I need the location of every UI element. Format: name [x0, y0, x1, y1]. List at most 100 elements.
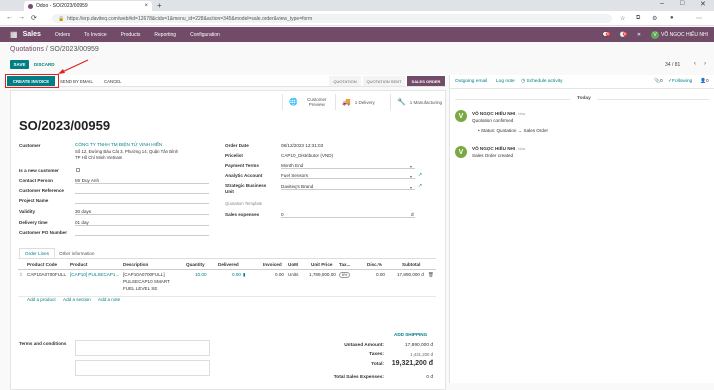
message-author[interactable]: VÕ NGỌC HIẾU NHI: [472, 111, 515, 116]
business-unit-external-link-icon[interactable]: ↗: [418, 183, 422, 189]
customer-reference-field[interactable]: [75, 187, 209, 194]
col-unit-price[interactable]: Unit Price: [311, 262, 332, 267]
send-by-email-button[interactable]: SEND BY EMAIL: [60, 79, 93, 84]
menu-to-invoice[interactable]: To Invoice: [84, 32, 107, 38]
terms-field-2[interactable]: [75, 360, 210, 376]
maximize-icon[interactable]: □: [680, 0, 684, 7]
contact-person-field[interactable]: Mr Duy Anh: [75, 177, 209, 184]
customer-po-field[interactable]: [75, 229, 209, 236]
attachments-button[interactable]: 📎0: [654, 79, 663, 84]
validity-field[interactable]: 30 days: [75, 208, 209, 215]
tax-badge[interactable]: 8%: [339, 272, 350, 278]
pager-prev-icon[interactable]: ‹: [694, 61, 696, 67]
col-subtotal[interactable]: Subtotal: [402, 262, 420, 267]
close-tab-icon[interactable]: ×: [144, 3, 148, 9]
payment-terms-caret-icon[interactable]: ▾: [410, 164, 412, 169]
pricelist-field[interactable]: CAP10_Distributor (VND): [281, 152, 415, 159]
menu-reporting[interactable]: Reporting: [154, 32, 176, 38]
menu-orders[interactable]: Orders: [55, 32, 70, 38]
minimize-icon[interactable]: –: [660, 0, 664, 7]
analytic-account-field[interactable]: Fuel Sensors: [281, 172, 415, 179]
url-field[interactable]: 🔒 https://erp.daviteq.com/web#id=12678&c…: [52, 14, 612, 23]
log-note-button[interactable]: Log note: [496, 79, 515, 84]
quotation-template-field[interactable]: Quotation Template: [225, 201, 262, 206]
forecast-chart-icon[interactable]: ▮: [243, 272, 246, 278]
stage-sales-order[interactable]: SALES ORDER: [407, 76, 445, 86]
collections-icon[interactable]: ⧉: [636, 15, 640, 22]
message-avatar[interactable]: V: [455, 146, 467, 158]
col-delivered[interactable]: Delivered: [218, 262, 239, 267]
cell-delivered[interactable]: 0.00: [232, 272, 241, 277]
message-avatar[interactable]: V: [455, 110, 467, 122]
tab-order-lines[interactable]: Order Lines: [19, 248, 56, 258]
schedule-activity-button[interactable]: ◷ Schedule activity: [521, 79, 563, 84]
add-product-link[interactable]: Add a product: [27, 297, 56, 302]
user-menu[interactable]: V VÕ NGỌC HIẾU NHI: [651, 30, 708, 39]
menu-products[interactable]: Products: [121, 32, 141, 38]
pager-value[interactable]: 34 / 81: [665, 62, 680, 68]
order-date-field[interactable]: 08/12/2023 12:31:03: [281, 142, 415, 149]
message-author[interactable]: VÕ NGỌC HIẾU NHI: [472, 146, 515, 151]
stage-quotation-sent[interactable]: QUOTATION SENT: [363, 76, 405, 86]
sales-expenses-field[interactable]: 0: [281, 211, 415, 218]
cell-description-1[interactable]: [CAP10A0700FULL]: [123, 272, 165, 277]
breadcrumb-quotations[interactable]: Quotations: [10, 46, 44, 53]
window-close-icon[interactable]: ✕: [700, 0, 706, 8]
terms-field[interactable]: [75, 340, 210, 356]
add-section-link[interactable]: Add a section: [63, 297, 91, 302]
activity-icon[interactable]: 🕓6: [620, 31, 627, 38]
delete-row-icon[interactable]: 🗑: [428, 272, 434, 278]
star-icon[interactable]: ☆: [620, 15, 625, 22]
manufacturing-button[interactable]: 🔧 1 Manufacturing: [390, 94, 446, 110]
tab-other-information[interactable]: Other information: [54, 248, 100, 258]
followers-button[interactable]: 👤0: [700, 79, 709, 84]
discuss-icon[interactable]: 💬5: [602, 31, 610, 38]
delivery-time-field[interactable]: 01 day: [75, 219, 209, 226]
delivery-button[interactable]: 🚚 1 Delivery: [335, 94, 389, 110]
following-button[interactable]: ✓Following: [668, 79, 692, 84]
app-name[interactable]: Sales: [23, 31, 41, 38]
apps-menu-icon[interactable]: ▦: [10, 30, 18, 39]
col-description[interactable]: Description: [123, 262, 148, 267]
back-icon[interactable]: ←: [6, 14, 13, 21]
profile-icon[interactable]: ●: [670, 15, 674, 21]
cell-unit-price[interactable]: 1,789,000.00: [309, 272, 336, 277]
menu-configuration[interactable]: Configuration: [190, 32, 220, 38]
cell-product-code[interactable]: CAP10A0700FULL: [27, 272, 66, 277]
add-shipping-button[interactable]: ADD SHIPPING: [394, 332, 427, 337]
drag-handle-icon[interactable]: ⇕: [19, 272, 23, 278]
cell-product[interactable]: [CAP10] PULSECAP1...: [70, 272, 119, 277]
cell-uom[interactable]: Units: [288, 272, 298, 277]
analytic-caret-icon[interactable]: ▾: [410, 174, 412, 179]
col-quantity[interactable]: Quantity: [186, 262, 205, 267]
new-customer-checkbox[interactable]: [76, 168, 80, 172]
save-button[interactable]: SAVE: [10, 60, 29, 69]
pager-next-icon[interactable]: ›: [704, 61, 706, 67]
add-note-link[interactable]: Add a note: [98, 297, 120, 302]
customer-name[interactable]: CÔNG TY TNHH TM ĐIỆN TỬ VINH HIỂN: [75, 142, 162, 147]
more-icon[interactable]: ⋯: [696, 15, 702, 22]
col-product-code[interactable]: Product Code: [27, 262, 57, 267]
business-unit-field[interactable]: Daviteq's Brand: [281, 183, 415, 190]
close-navbar-icon[interactable]: ✕: [637, 32, 641, 38]
stage-quotation[interactable]: QUOTATION: [329, 76, 361, 86]
customer-preview-button[interactable]: 🌐 Customer Preview: [282, 94, 334, 110]
browser-tab[interactable]: Odoo - SO/2023/00959 ×: [24, 1, 152, 11]
col-invoiced[interactable]: Invoiced: [263, 262, 282, 267]
extensions-icon[interactable]: ⚙: [652, 15, 657, 22]
business-unit-caret-icon[interactable]: ▾: [410, 185, 412, 190]
project-name-field[interactable]: [75, 197, 209, 204]
col-product[interactable]: Product: [70, 262, 87, 267]
col-taxes[interactable]: Tax...: [339, 262, 350, 267]
cell-discount[interactable]: 0.00: [376, 272, 385, 277]
analytic-external-link-icon[interactable]: ↗: [418, 172, 422, 178]
col-uom[interactable]: UoM: [288, 262, 298, 267]
outgoing-email-button[interactable]: Outgoing email: [455, 79, 487, 84]
reload-icon[interactable]: ⟳: [31, 14, 37, 22]
payment-terms-field[interactable]: Month End: [281, 162, 415, 169]
col-discount[interactable]: Disc.%: [367, 262, 382, 267]
new-tab-button[interactable]: +: [157, 1, 162, 10]
cancel-button[interactable]: CANCEL: [104, 79, 121, 84]
cell-quantity[interactable]: 10.00: [195, 272, 207, 277]
discard-button[interactable]: DISCARD: [34, 62, 55, 67]
